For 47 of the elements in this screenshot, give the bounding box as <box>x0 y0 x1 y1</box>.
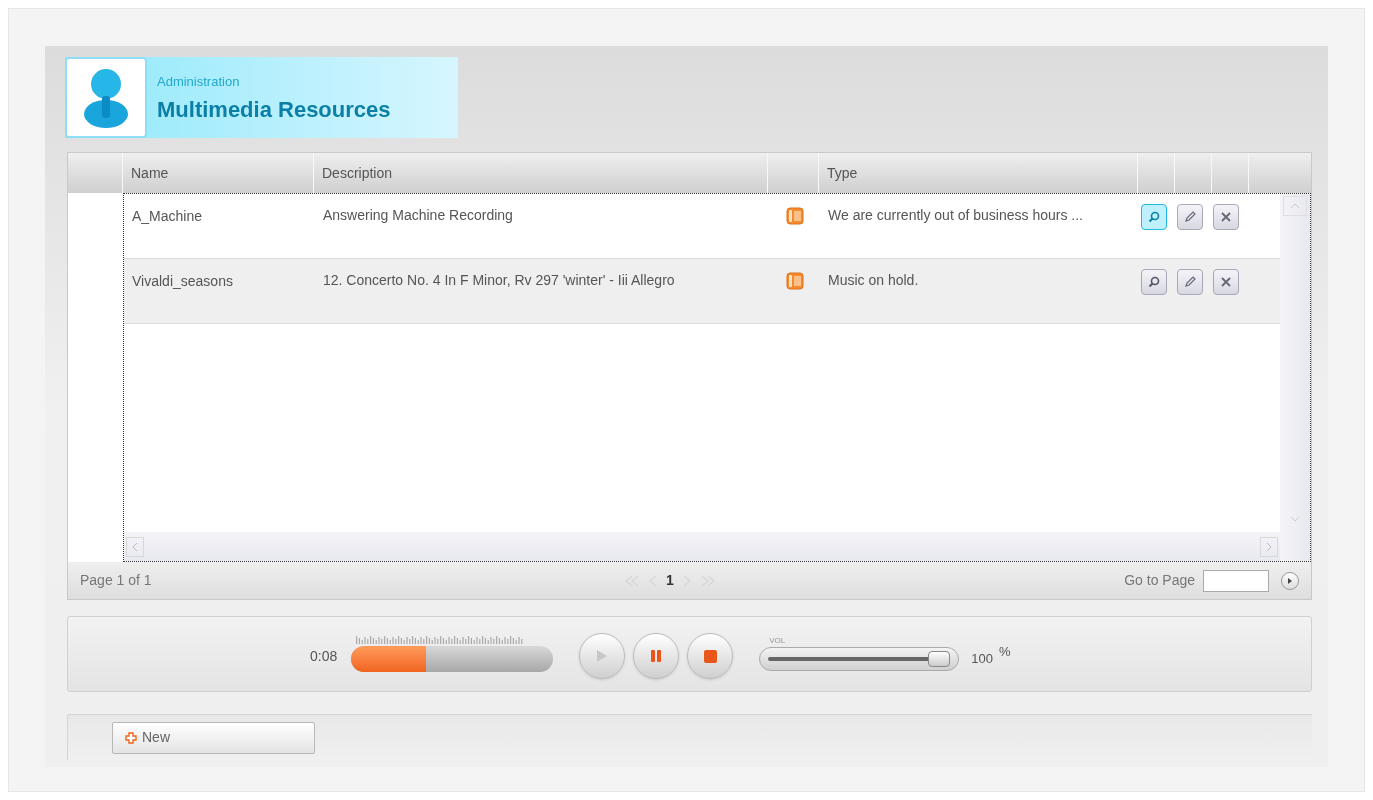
table-cell-text: Music on hold. <box>827 271 920 290</box>
horizontal-scrollbar[interactable] <box>124 532 1280 561</box>
close-icon <box>1220 276 1232 288</box>
progress-track[interactable] <box>351 646 554 672</box>
page-title: Multimedia Resources <box>157 95 391 123</box>
go-to-page-label: Go to Page <box>1124 571 1195 590</box>
table-row[interactable]: Vivaldi_seasons 12. Concerto No. 4 In F Minor, Rv 297 'winter' - Iii Allegro Music on hold. <box>124 259 1280 324</box>
scroll-left-icon[interactable] <box>126 536 144 557</box>
column-header[interactable]: Type <box>819 153 1138 193</box>
table-cell-text: 12. Concerto No. 4 In F Minor, Rv 297 'winter' - Iii Allegro <box>322 271 676 290</box>
pause-button[interactable] <box>633 633 680 679</box>
stop-icon <box>703 649 717 663</box>
column-header[interactable]: Name <box>123 153 314 193</box>
volume-value: 100 <box>971 650 993 669</box>
magnifier-icon <box>1148 211 1160 223</box>
column-header[interactable]: Description <box>314 153 768 193</box>
table-cell-text: A_Machine <box>131 207 204 226</box>
volume-unit: % <box>998 643 1011 662</box>
plus-icon <box>125 731 137 744</box>
pencil-icon <box>1184 276 1196 288</box>
new-button[interactable]: New <box>112 721 315 754</box>
volume-label: VOL <box>769 637 787 645</box>
close-icon <box>1220 211 1232 223</box>
view-button[interactable] <box>1141 204 1167 230</box>
edit-button[interactable] <box>1177 204 1203 230</box>
table-cell-text: We are currently out of business hours ... <box>827 206 1084 225</box>
table-cell-text: Answering Machine Recording <box>322 206 514 225</box>
volume-thumb[interactable] <box>928 651 951 667</box>
go-button[interactable] <box>1281 571 1299 590</box>
play-icon <box>596 649 609 663</box>
elapsed-time: 0:08 <box>310 646 338 666</box>
section-label: Administration <box>157 73 241 91</box>
delete-button[interactable] <box>1213 204 1239 230</box>
scroll-right-icon[interactable] <box>1260 536 1278 557</box>
pause-icon <box>650 649 663 663</box>
magnifier-icon <box>1148 276 1160 288</box>
page-input-field[interactable] <box>1203 569 1269 592</box>
stop-button[interactable] <box>687 633 734 679</box>
volume-track[interactable] <box>759 647 960 671</box>
pencil-icon <box>1184 211 1196 223</box>
delete-button[interactable] <box>1213 269 1239 295</box>
page-summary: Page 1 of 1 <box>80 571 153 590</box>
edit-button[interactable] <box>1177 269 1203 295</box>
view-button[interactable] <box>1141 269 1167 295</box>
current-page: 1 <box>665 571 675 590</box>
table-cell-text: Vivaldi_seasons <box>131 272 234 291</box>
play-icon <box>1287 576 1293 585</box>
